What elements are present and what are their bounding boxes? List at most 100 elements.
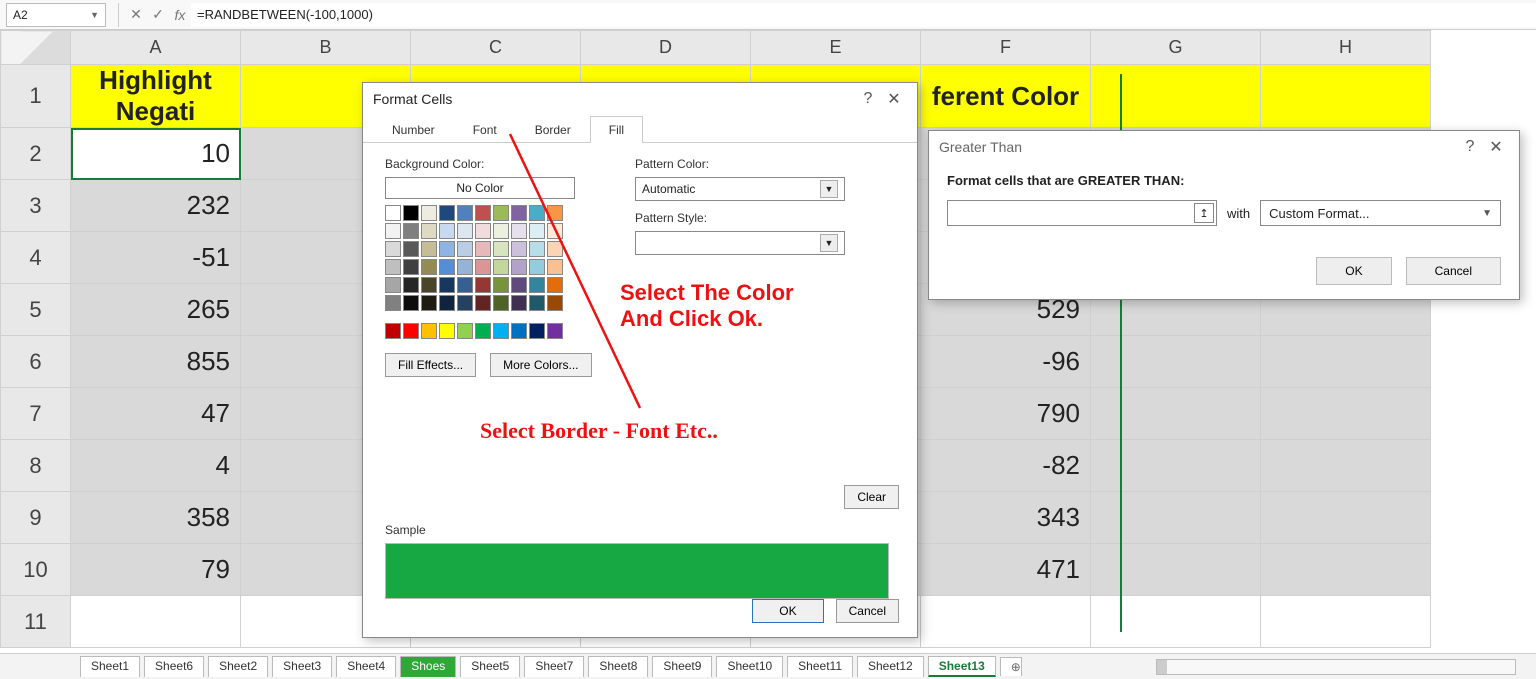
no-color-button[interactable]: No Color xyxy=(385,177,575,199)
color-swatch[interactable] xyxy=(529,241,545,257)
cell[interactable]: -96 xyxy=(921,336,1091,388)
cell[interactable] xyxy=(1261,65,1431,128)
formula-input[interactable]: =RANDBETWEEN(-100,1000) xyxy=(191,3,1536,27)
cell[interactable] xyxy=(1091,440,1261,492)
color-swatch[interactable] xyxy=(529,277,545,293)
row-header[interactable]: 6 xyxy=(1,336,71,388)
color-swatch[interactable] xyxy=(493,223,509,239)
color-swatch[interactable] xyxy=(493,205,509,221)
color-swatch[interactable] xyxy=(475,323,491,339)
greater-than-value-input[interactable]: ↥ xyxy=(947,200,1217,226)
new-sheet-button[interactable]: ⊕ xyxy=(1000,657,1022,676)
cell[interactable]: Highlight Negati xyxy=(71,65,241,128)
cell[interactable] xyxy=(1261,336,1431,388)
color-swatch[interactable] xyxy=(403,295,419,311)
color-swatch[interactable] xyxy=(511,205,527,221)
row-header[interactable]: 3 xyxy=(1,180,71,232)
sheet-tab[interactable]: Sheet9 xyxy=(652,656,712,677)
cell[interactable] xyxy=(1091,492,1261,544)
color-swatch[interactable] xyxy=(457,295,473,311)
sheet-tab[interactable]: Sheet13 xyxy=(928,656,996,677)
sheet-tab[interactable]: Sheet12 xyxy=(857,656,924,677)
cell[interactable]: 232 xyxy=(71,180,241,232)
close-icon[interactable]: ✕ xyxy=(881,89,907,109)
color-swatch[interactable] xyxy=(475,277,491,293)
name-box-dropdown-icon[interactable]: ▼ xyxy=(90,10,99,20)
color-swatch[interactable] xyxy=(475,205,491,221)
cell[interactable]: 358 xyxy=(71,492,241,544)
color-swatch[interactable] xyxy=(511,241,527,257)
color-swatch[interactable] xyxy=(457,259,473,275)
color-swatch[interactable] xyxy=(547,259,563,275)
row-header[interactable]: 11 xyxy=(1,596,71,648)
more-colors-button[interactable]: More Colors... xyxy=(490,353,591,377)
color-swatch[interactable] xyxy=(529,323,545,339)
color-swatch[interactable] xyxy=(529,295,545,311)
cancel-button[interactable]: Cancel xyxy=(1406,257,1501,285)
color-swatch[interactable] xyxy=(457,241,473,257)
color-swatch[interactable] xyxy=(421,295,437,311)
clear-button[interactable]: Clear xyxy=(844,485,899,509)
ok-button[interactable]: OK xyxy=(752,599,823,623)
row-header[interactable]: 7 xyxy=(1,388,71,440)
sheet-tab[interactable]: Sheet8 xyxy=(588,656,648,677)
fill-effects-button[interactable]: Fill Effects... xyxy=(385,353,476,377)
color-swatch[interactable] xyxy=(385,277,401,293)
color-swatch[interactable] xyxy=(475,259,491,275)
cell[interactable]: 471 xyxy=(921,544,1091,596)
color-swatch[interactable] xyxy=(493,241,509,257)
cell[interactable] xyxy=(1091,388,1261,440)
sheet-tab[interactable]: Sheet4 xyxy=(336,656,396,677)
horizontal-scrollbar[interactable] xyxy=(1156,659,1516,675)
color-swatch[interactable] xyxy=(511,323,527,339)
close-icon[interactable]: ✕ xyxy=(1483,137,1509,157)
color-swatch[interactable] xyxy=(403,277,419,293)
column-header[interactable]: E xyxy=(751,31,921,65)
sheet-tab[interactable]: Sheet10 xyxy=(716,656,783,677)
color-swatch[interactable] xyxy=(421,277,437,293)
color-swatch[interactable] xyxy=(385,223,401,239)
cell[interactable] xyxy=(1261,544,1431,596)
color-swatch[interactable] xyxy=(421,205,437,221)
color-swatch[interactable] xyxy=(493,295,509,311)
color-swatch[interactable] xyxy=(475,295,491,311)
color-swatch[interactable] xyxy=(457,323,473,339)
color-swatch[interactable] xyxy=(439,241,455,257)
accept-formula-icon[interactable]: ✓ xyxy=(147,3,169,27)
cell[interactable] xyxy=(921,596,1091,648)
sheet-tab[interactable]: Sheet2 xyxy=(208,656,268,677)
cell[interactable]: -82 xyxy=(921,440,1091,492)
cell[interactable]: 47 xyxy=(71,388,241,440)
color-swatch[interactable] xyxy=(403,259,419,275)
fx-icon[interactable]: fx xyxy=(169,3,191,27)
row-header[interactable]: 4 xyxy=(1,232,71,284)
range-picker-icon[interactable]: ↥ xyxy=(1194,203,1214,223)
cell[interactable]: 790 xyxy=(921,388,1091,440)
color-swatch[interactable] xyxy=(385,295,401,311)
help-icon[interactable]: ? xyxy=(1457,138,1483,156)
color-swatch[interactable] xyxy=(421,259,437,275)
tab-border[interactable]: Border xyxy=(516,116,590,143)
sheet-tab[interactable]: Sheet1 xyxy=(80,656,140,677)
cell[interactable] xyxy=(1091,336,1261,388)
cell[interactable] xyxy=(1091,596,1261,648)
color-swatch[interactable] xyxy=(403,223,419,239)
color-swatch[interactable] xyxy=(439,223,455,239)
cell[interactable] xyxy=(1261,492,1431,544)
color-swatch[interactable] xyxy=(403,323,419,339)
cell[interactable]: 343 xyxy=(921,492,1091,544)
format-preset-combo[interactable]: Custom Format... ▼ xyxy=(1260,200,1501,226)
tab-font[interactable]: Font xyxy=(454,116,516,143)
color-swatch[interactable] xyxy=(457,277,473,293)
column-header[interactable]: C xyxy=(411,31,581,65)
color-swatch[interactable] xyxy=(439,295,455,311)
row-header[interactable]: 5 xyxy=(1,284,71,336)
color-swatch[interactable] xyxy=(385,323,401,339)
column-header[interactable]: A xyxy=(71,31,241,65)
column-header[interactable]: F xyxy=(921,31,1091,65)
cell[interactable]: 10 xyxy=(71,128,241,180)
sheet-tab[interactable]: Sheet5 xyxy=(460,656,520,677)
cell[interactable] xyxy=(1091,65,1261,128)
color-swatch[interactable] xyxy=(421,241,437,257)
color-swatch[interactable] xyxy=(457,223,473,239)
